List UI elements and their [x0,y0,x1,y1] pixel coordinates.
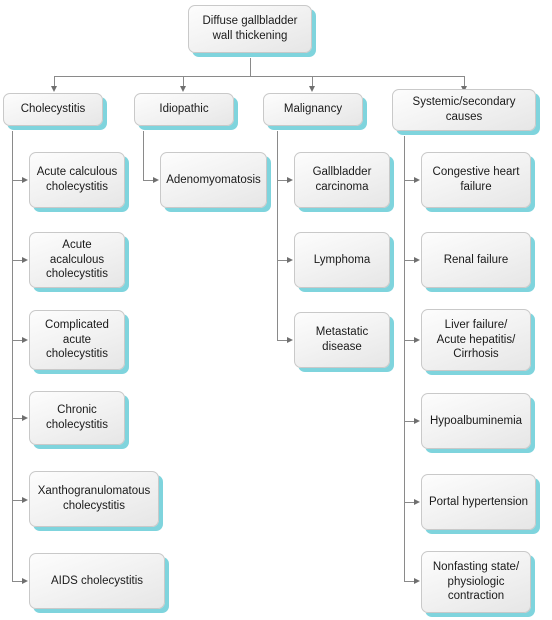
arrowhead-branch-2 [180,86,186,92]
node-root[interactable]: Diffuse gallbladder wall thickening [188,5,312,53]
node-branch-malignancy[interactable]: Malignancy [263,93,363,126]
node-branch-cholecystitis-label: Cholecystitis [20,103,86,116]
node-acute-calculous-cholecystitis[interactable]: Acute calculous cholecystitis [29,152,125,208]
node-gallbladder-carcinoma[interactable]: Gallbladder carcinoma [294,152,390,208]
node-congestive-heart-failure[interactable]: Congestive heart failure [421,152,531,208]
node-adenomyomatosis-label: Adenomyomatosis [166,173,261,186]
node-liver-failure-hepatitis-cirrhosis[interactable]: Liver failure/ Acute hepatitis/ Cirrhosi… [421,309,531,371]
node-renal-failure[interactable]: Renal failure [421,232,531,288]
connector-spine-systemic [404,136,405,581]
node-chronic-cholecystitis-label: Chronic cholecystitis [46,404,108,431]
arrowhead-chol-child-1 [22,177,28,183]
node-nonfasting-state-physiologic-contraction-label: Nonfasting state/ physiologic contractio… [432,560,520,603]
node-acute-acalculous-cholecystitis[interactable]: Acute acalculous cholecystitis [29,232,125,288]
connector-spine-malignancy [277,131,278,340]
arrowhead-sys-child-4 [414,418,420,424]
node-nonfasting-state-physiologic-contraction[interactable]: Nonfasting state/ physiologic contractio… [421,551,531,613]
connector-spine-cholecystitis [12,131,13,581]
connector-level1-bus [54,76,464,77]
node-metastatic-disease[interactable]: Metastatic disease [294,312,390,368]
node-liver-failure-hepatitis-cirrhosis-label: Liver failure/ Acute hepatitis/ Cirrhosi… [436,318,516,361]
node-root-label: Diffuse gallbladder wall thickening [202,15,298,42]
connector-root-stem [250,58,251,76]
arrowhead-sys-child-5 [414,499,420,505]
arrowhead-branch-1 [51,86,57,92]
arrowhead-malig-child-3 [287,337,293,343]
node-gallbladder-carcinoma-label: Gallbladder carcinoma [312,166,372,193]
node-branch-idiopathic[interactable]: Idiopathic [134,93,234,126]
node-branch-systemic-secondary[interactable]: Systemic/secondary causes [392,89,536,131]
node-xanthogranulomatous-cholecystitis-label: Xanthogranulomatous cholecystitis [37,485,151,512]
node-complicated-acute-cholecystitis[interactable]: Complicated acute cholecystitis [29,310,125,370]
node-adenomyomatosis[interactable]: Adenomyomatosis [160,152,267,208]
node-renal-failure-label: Renal failure [443,253,509,266]
node-complicated-acute-cholecystitis-label: Complicated acute cholecystitis [45,318,109,361]
arrowhead-sys-child-1 [414,177,420,183]
node-acute-acalculous-cholecystitis-label: Acute acalculous cholecystitis [46,238,108,281]
node-acute-calculous-cholecystitis-label: Acute calculous cholecystitis [36,166,118,193]
flowchart-canvas: Diffuse gallbladder wall thickening Chol… [0,0,552,620]
arrowhead-malig-child-2 [287,257,293,263]
node-aids-cholecystitis-label: AIDS cholecystitis [50,574,144,587]
connector-spine-idiopathic [143,131,144,180]
arrowhead-chol-child-2 [22,257,28,263]
node-branch-malignancy-label: Malignancy [283,103,343,116]
arrowhead-chol-child-6 [22,578,28,584]
arrowhead-chol-child-4 [22,415,28,421]
arrowhead-chol-child-5 [22,497,28,503]
node-chronic-cholecystitis[interactable]: Chronic cholecystitis [29,391,125,445]
arrowhead-idio-child-1 [153,177,159,183]
node-lymphoma[interactable]: Lymphoma [294,232,390,288]
node-branch-cholecystitis[interactable]: Cholecystitis [3,93,103,126]
arrowhead-sys-child-3 [414,337,420,343]
node-lymphoma-label: Lymphoma [313,253,371,266]
node-metastatic-disease-label: Metastatic disease [315,326,369,353]
node-congestive-heart-failure-label: Congestive heart failure [432,166,520,193]
node-portal-hypertension[interactable]: Portal hypertension [421,474,536,530]
arrowhead-sys-child-2 [414,257,420,263]
node-portal-hypertension-label: Portal hypertension [428,495,529,508]
node-hypoalbuminemia[interactable]: Hypoalbuminemia [421,393,531,449]
node-xanthogranulomatous-cholecystitis[interactable]: Xanthogranulomatous cholecystitis [29,471,159,527]
arrowhead-branch-3 [309,86,315,92]
node-hypoalbuminemia-label: Hypoalbuminemia [429,414,523,427]
arrowhead-sys-child-6 [414,578,420,584]
node-aids-cholecystitis[interactable]: AIDS cholecystitis [29,553,165,609]
arrowhead-malig-child-1 [287,177,293,183]
node-branch-idiopathic-label: Idiopathic [159,103,209,116]
arrowhead-chol-child-3 [22,337,28,343]
node-branch-systemic-secondary-label: Systemic/secondary causes [412,96,516,123]
